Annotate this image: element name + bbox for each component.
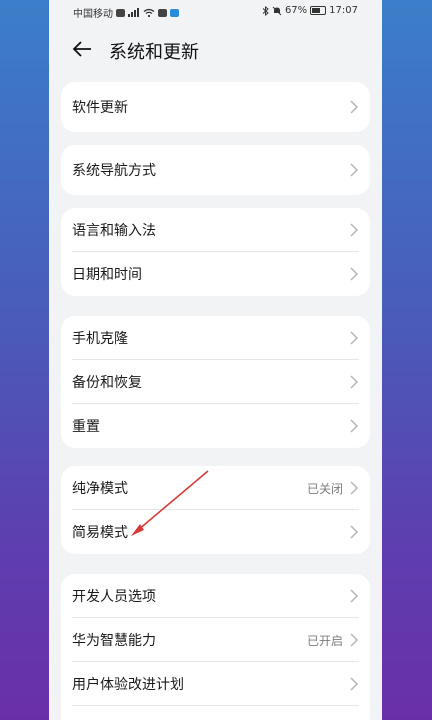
settings-item-label: 开发人员选项 — [72, 589, 156, 605]
settings-item-date-time[interactable]: 日期和时间 — [61, 252, 370, 296]
settings-group-navigation: 系统导航方式 — [61, 145, 370, 195]
settings-item-label: 日期和时间 — [72, 267, 142, 283]
settings-item-label: 语言和输入法 — [72, 223, 156, 239]
settings-item-status: 已关闭 — [306, 481, 343, 496]
status-right: 67% 17:07 — [262, 5, 358, 16]
settings-item-language-input[interactable]: 语言和输入法 — [61, 208, 370, 252]
settings-item-label: 华为智慧能力 — [72, 633, 156, 649]
signal-icon — [128, 8, 139, 17]
settings-item-label: 重置 — [72, 419, 100, 435]
clock: 17:07 — [329, 5, 358, 16]
chevron-right-icon — [350, 525, 359, 539]
chevron-right-icon — [350, 677, 359, 691]
settings-item-label: 软件更新 — [72, 100, 128, 116]
page-title: 系统和更新 — [109, 42, 199, 63]
status-bar: 中国移动 67% 17:07 — [49, 0, 382, 24]
wifi-icon — [143, 8, 155, 17]
mute-bell-icon — [272, 6, 282, 15]
settings-item-label: 手机克隆 — [72, 331, 128, 347]
settings-item-label: 备份和恢复 — [72, 375, 142, 391]
carrier-label: 中国移动 — [73, 9, 113, 20]
settings-item-system-navigation[interactable]: 系统导航方式 — [61, 145, 370, 195]
hd-icon — [116, 8, 125, 17]
chevron-right-icon — [350, 589, 359, 603]
phone-screen: 中国移动 67% 17:07 系统和更新 软件更新 系统导航方式 语言和输入法 … — [49, 0, 382, 720]
chevron-right-icon — [350, 331, 359, 345]
settings-group-advanced: 开发人员选项 华为智慧能力 已开启 用户体验改进计划 — [61, 574, 370, 720]
battery-icon — [310, 6, 327, 15]
settings-item-pure-mode[interactable]: 纯净模式 已关闭 — [61, 466, 370, 510]
settings-item-label: 系统导航方式 — [72, 163, 156, 179]
settings-group-backup: 手机克隆 备份和恢复 重置 — [61, 316, 370, 448]
chevron-right-icon — [350, 375, 359, 389]
settings-item-status: 已开启 — [306, 633, 343, 648]
settings-item-label: 纯净模式 — [72, 481, 128, 497]
chevron-right-icon — [350, 633, 359, 647]
settings-group-language-time: 语言和输入法 日期和时间 — [61, 208, 370, 296]
settings-item-software-update[interactable]: 软件更新 — [61, 82, 370, 132]
header: 系统和更新 — [49, 30, 382, 68]
battery-percent: 67% — [284, 5, 308, 16]
chevron-right-icon — [350, 223, 359, 237]
chevron-right-icon — [350, 419, 359, 433]
divider — [72, 705, 359, 706]
back-button[interactable] — [69, 36, 95, 62]
settings-item-user-experience-program[interactable]: 用户体验改进计划 — [61, 662, 370, 706]
back-arrow-icon — [72, 41, 91, 57]
settings-item-developer-options[interactable]: 开发人员选项 — [61, 574, 370, 618]
settings-group-update: 软件更新 — [61, 82, 370, 132]
settings-item-label: 用户体验改进计划 — [72, 677, 184, 693]
chevron-right-icon — [350, 100, 359, 114]
settings-item-simple-mode[interactable]: 简易模式 — [61, 510, 370, 554]
chevron-right-icon — [350, 267, 359, 281]
cloud-app-icon — [170, 8, 179, 17]
settings-item-label: 简易模式 — [72, 525, 128, 541]
chevron-right-icon — [350, 481, 359, 495]
status-left: 中国移动 — [73, 5, 179, 20]
settings-item-huawei-smart-ability[interactable]: 华为智慧能力 已开启 — [61, 618, 370, 662]
notification-app-icon — [158, 8, 167, 17]
chevron-right-icon — [350, 163, 359, 177]
bluetooth-icon — [262, 5, 269, 16]
settings-item-reset[interactable]: 重置 — [61, 404, 370, 448]
settings-group-modes: 纯净模式 已关闭 简易模式 — [61, 466, 370, 554]
settings-item-phone-clone[interactable]: 手机克隆 — [61, 316, 370, 360]
settings-item-backup-restore[interactable]: 备份和恢复 — [61, 360, 370, 404]
